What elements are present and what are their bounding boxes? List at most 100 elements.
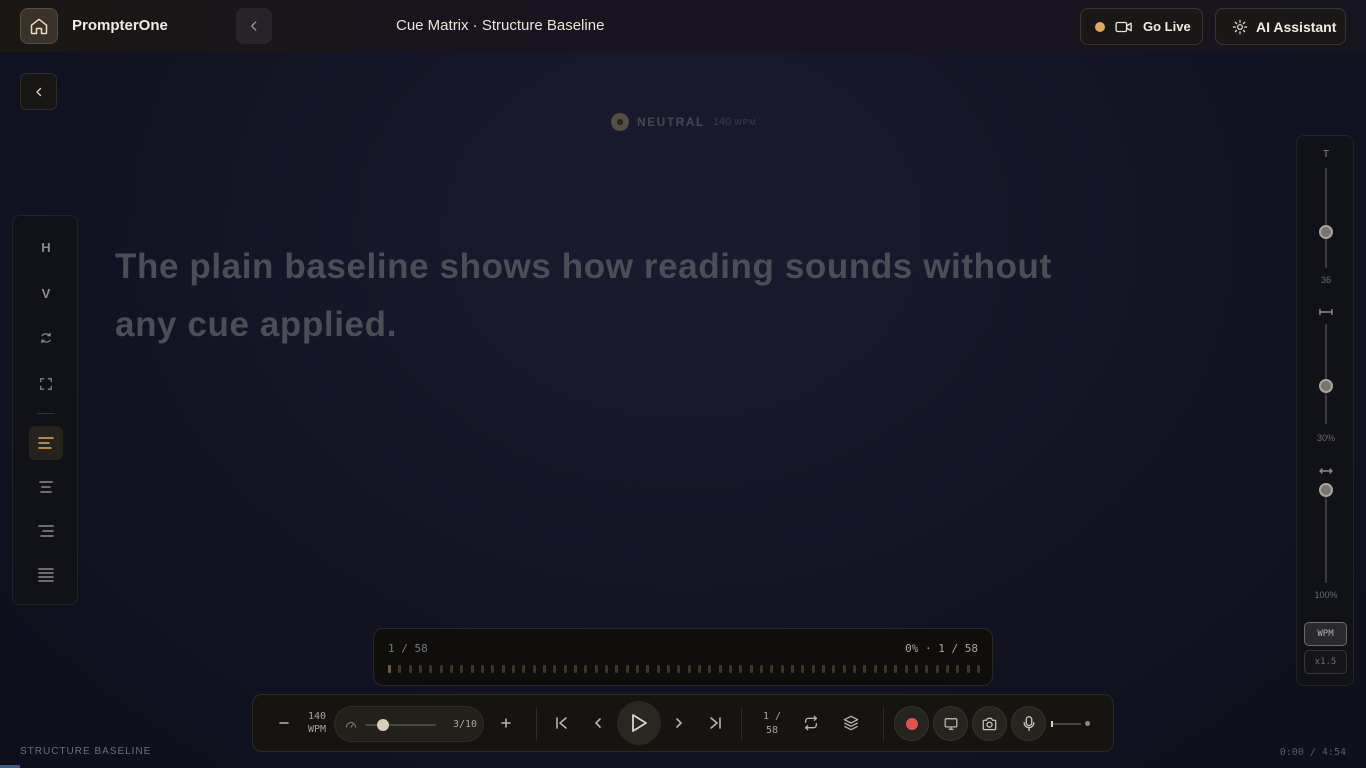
block-tick[interactable]: [419, 665, 422, 673]
decrease-wpm-button[interactable]: [275, 714, 293, 732]
block-tick[interactable]: [429, 665, 433, 673]
block-tick[interactable]: [708, 665, 712, 673]
wpm-mode-button[interactable]: WPM: [1304, 622, 1347, 646]
block-tick[interactable]: [398, 665, 402, 673]
block-tick[interactable]: [760, 665, 763, 673]
block-tick[interactable]: [656, 665, 660, 673]
block-tick[interactable]: [470, 665, 474, 673]
increase-wpm-button[interactable]: [497, 714, 515, 732]
block-tick[interactable]: [832, 665, 836, 673]
screen-share-button[interactable]: [933, 706, 968, 741]
block-tick[interactable]: [646, 665, 650, 673]
block-tick[interactable]: [894, 665, 898, 673]
block-tick[interactable]: [408, 665, 412, 673]
block-tick[interactable]: [439, 665, 443, 673]
focus-slider-handle[interactable]: [1319, 379, 1333, 393]
neutral-face-icon: ☻: [611, 113, 629, 131]
go-live-button[interactable]: Go Live: [1080, 8, 1203, 45]
home-button[interactable]: [20, 8, 58, 44]
layers-icon: [843, 715, 859, 731]
loop-button[interactable]: [802, 714, 820, 732]
block-tick[interactable]: [594, 665, 598, 673]
record-button[interactable]: [894, 706, 929, 741]
block-tick[interactable]: [842, 665, 846, 673]
back-button[interactable]: [20, 73, 57, 110]
block-tick[interactable]: [873, 665, 877, 673]
block-tick[interactable]: [946, 665, 949, 673]
previous-button[interactable]: [591, 714, 605, 732]
block-tick[interactable]: [491, 665, 495, 673]
ai-assistant-button[interactable]: AI Assistant: [1215, 8, 1346, 45]
next-button[interactable]: [672, 714, 686, 732]
block-tick[interactable]: [553, 665, 557, 673]
block-tick[interactable]: [481, 665, 484, 673]
block-tick[interactable]: [450, 665, 453, 673]
block-tick[interactable]: [718, 665, 722, 673]
block-tick[interactable]: [729, 665, 732, 673]
block-tick[interactable]: [811, 665, 815, 673]
block-tick[interactable]: [543, 665, 546, 673]
block-tick[interactable]: [925, 665, 929, 673]
block-tick[interactable]: [915, 665, 918, 673]
width-slider-handle[interactable]: [1319, 483, 1333, 497]
block-tick[interactable]: [636, 665, 639, 673]
speed-slider-track[interactable]: [365, 724, 436, 726]
align-center-button[interactable]: [29, 470, 63, 504]
block-tick[interactable]: [625, 665, 629, 673]
block-tick[interactable]: [935, 665, 939, 673]
block-tick[interactable]: [667, 665, 670, 673]
block-tick[interactable]: [977, 665, 980, 673]
block-tick[interactable]: [853, 665, 856, 673]
volume-slider-handle[interactable]: [1051, 721, 1053, 727]
block-tick[interactable]: [884, 665, 887, 673]
block-tick[interactable]: [956, 665, 960, 673]
block-tick[interactable]: [739, 665, 743, 673]
microphone-button[interactable]: [1011, 706, 1046, 741]
block-tick[interactable]: [532, 665, 536, 673]
vertical-mirror-button[interactable]: V: [29, 276, 63, 310]
speed-slider-handle[interactable]: [377, 719, 389, 731]
block-tick[interactable]: [698, 665, 701, 673]
block-tick[interactable]: [863, 665, 867, 673]
block-tick[interactable]: [563, 665, 567, 673]
fullscreen-button[interactable]: [29, 367, 63, 401]
block-tick[interactable]: [904, 665, 908, 673]
block-tick[interactable]: [574, 665, 577, 673]
block-tick[interactable]: [460, 665, 464, 673]
block-tick[interactable]: [522, 665, 526, 673]
rotate-button[interactable]: [29, 321, 63, 355]
play-button[interactable]: [617, 701, 661, 745]
block-tick[interactable]: [677, 665, 681, 673]
focus-slider-track[interactable]: [1325, 324, 1327, 424]
horizontal-mirror-button[interactable]: H: [29, 230, 63, 264]
block-tick[interactable]: [512, 665, 515, 673]
block-tick[interactable]: [749, 665, 753, 673]
skip-to-end-button[interactable]: [706, 714, 724, 732]
block-tick[interactable]: [615, 665, 619, 673]
header-back-button[interactable]: [236, 8, 272, 44]
block-timeline[interactable]: [388, 665, 980, 673]
block-tick[interactable]: [770, 665, 774, 673]
block-tick[interactable]: [388, 665, 391, 673]
block-tick[interactable]: [791, 665, 794, 673]
block-tick[interactable]: [584, 665, 588, 673]
align-justify-button[interactable]: [29, 558, 63, 592]
block-tick[interactable]: [966, 665, 970, 673]
camera-button[interactable]: [972, 706, 1007, 741]
align-left-button[interactable]: [29, 426, 63, 460]
font-size-slider-track[interactable]: [1325, 168, 1327, 268]
volume-slider-track[interactable]: [1051, 723, 1081, 725]
block-tick[interactable]: [605, 665, 608, 673]
skip-to-start-button[interactable]: [553, 714, 571, 732]
align-right-button[interactable]: [29, 514, 63, 548]
block-tick[interactable]: [687, 665, 691, 673]
font-size-slider-handle[interactable]: [1319, 225, 1333, 239]
repeat-icon: [805, 715, 817, 731]
block-tick[interactable]: [822, 665, 825, 673]
speed-multiplier-button[interactable]: x1.5: [1304, 650, 1347, 674]
width-slider-track[interactable]: [1325, 483, 1327, 583]
block-tick[interactable]: [801, 665, 805, 673]
layers-button[interactable]: [842, 714, 860, 732]
block-tick[interactable]: [780, 665, 784, 673]
block-tick[interactable]: [501, 665, 505, 673]
